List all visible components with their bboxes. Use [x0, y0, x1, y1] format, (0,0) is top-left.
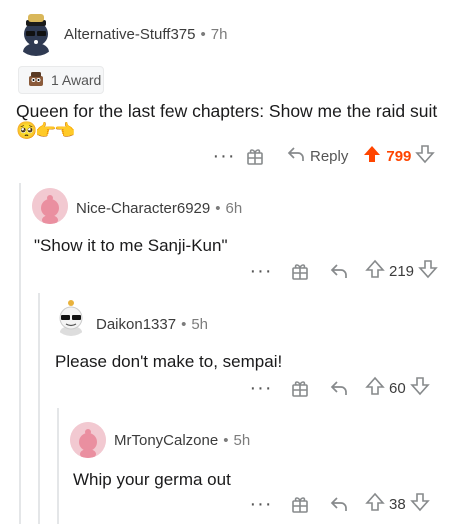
- separator-dot: •: [200, 26, 206, 43]
- comment-text: "Show it to me Sanji-Kun": [34, 236, 228, 255]
- comment-actions: ··· 60: [247, 376, 430, 400]
- comment-author[interactable]: Nice-Character6929 • 6h: [76, 200, 242, 217]
- comment-actions: ··· Reply 799: [210, 144, 436, 169]
- more-icon[interactable]: ···: [210, 146, 238, 166]
- avatar[interactable]: [14, 12, 58, 56]
- emoji-sequence: 🥺👉👈: [16, 121, 75, 140]
- vote-score: 799: [386, 147, 412, 165]
- downvote-icon: [418, 259, 438, 284]
- thread-line-3[interactable]: [57, 408, 59, 524]
- upvote-icon: [365, 376, 385, 401]
- username[interactable]: Nice-Character6929: [76, 200, 210, 217]
- comment-actions: ··· 219: [247, 259, 438, 283]
- more-icon[interactable]: ···: [247, 261, 275, 281]
- upvote-button[interactable]: [362, 144, 382, 169]
- avatar[interactable]: [52, 298, 90, 336]
- downvote-icon: [409, 492, 430, 517]
- reply-icon[interactable]: [329, 495, 349, 513]
- reply-icon[interactable]: [329, 262, 349, 280]
- reply-icon: [286, 145, 306, 168]
- upvote-button[interactable]: [365, 492, 385, 517]
- timestamp: 7h: [210, 26, 228, 43]
- username[interactable]: Alternative-Stuff375: [64, 26, 195, 43]
- award-icon[interactable]: [283, 261, 317, 281]
- vote-score: 219: [389, 262, 415, 280]
- thread-line-2[interactable]: [38, 293, 40, 524]
- downvote-button[interactable]: [409, 376, 430, 401]
- comment-author[interactable]: MrTonyCalzone • 5h: [114, 432, 250, 449]
- upvote-icon: [365, 259, 385, 284]
- avatar[interactable]: [70, 422, 106, 458]
- timestamp: 6h: [225, 200, 243, 217]
- username[interactable]: Daikon1337: [96, 316, 176, 333]
- comment-author[interactable]: Alternative-Stuff375 • 7h: [64, 26, 227, 43]
- separator-dot: •: [215, 200, 221, 217]
- more-icon[interactable]: ···: [247, 378, 275, 398]
- separator-dot: •: [223, 432, 229, 449]
- comment-text: Please don't make to, sempai!: [55, 352, 283, 371]
- comment-text: Queen for the last few chapters: Show me…: [16, 101, 438, 121]
- reply-button[interactable]: Reply: [286, 145, 348, 168]
- upvote-button[interactable]: [365, 376, 385, 401]
- more-icon[interactable]: ···: [247, 494, 275, 514]
- comment-text: Whip your germa out: [73, 470, 231, 489]
- upvote-icon: [365, 492, 385, 517]
- comment-author[interactable]: Daikon1337 • 5h: [96, 316, 208, 333]
- award-icon[interactable]: [283, 378, 317, 398]
- comment-actions: ··· 38: [247, 492, 430, 516]
- downvote-icon: [415, 144, 436, 169]
- reply-icon[interactable]: [329, 379, 349, 397]
- username[interactable]: MrTonyCalzone: [114, 432, 218, 449]
- thread-line-1[interactable]: [19, 183, 21, 524]
- upvote-icon: [362, 144, 382, 169]
- downvote-button[interactable]: [409, 492, 430, 517]
- award-count: 1 Award: [51, 72, 102, 88]
- award-pill[interactable]: 1 Award: [18, 66, 104, 94]
- reply-label: Reply: [310, 147, 349, 165]
- downvote-button[interactable]: [418, 259, 438, 284]
- timestamp: 5h: [233, 432, 251, 449]
- timestamp: 5h: [191, 316, 209, 333]
- downvote-button[interactable]: [415, 144, 436, 169]
- vote-score: 38: [389, 495, 406, 513]
- award-icon[interactable]: [283, 494, 317, 514]
- vote-score: 60: [389, 379, 406, 397]
- upvote-button[interactable]: [365, 259, 385, 284]
- award-icon[interactable]: [238, 146, 272, 166]
- separator-dot: •: [181, 316, 187, 333]
- award-icon: [27, 70, 45, 91]
- avatar[interactable]: [32, 188, 68, 224]
- downvote-icon: [409, 376, 430, 401]
